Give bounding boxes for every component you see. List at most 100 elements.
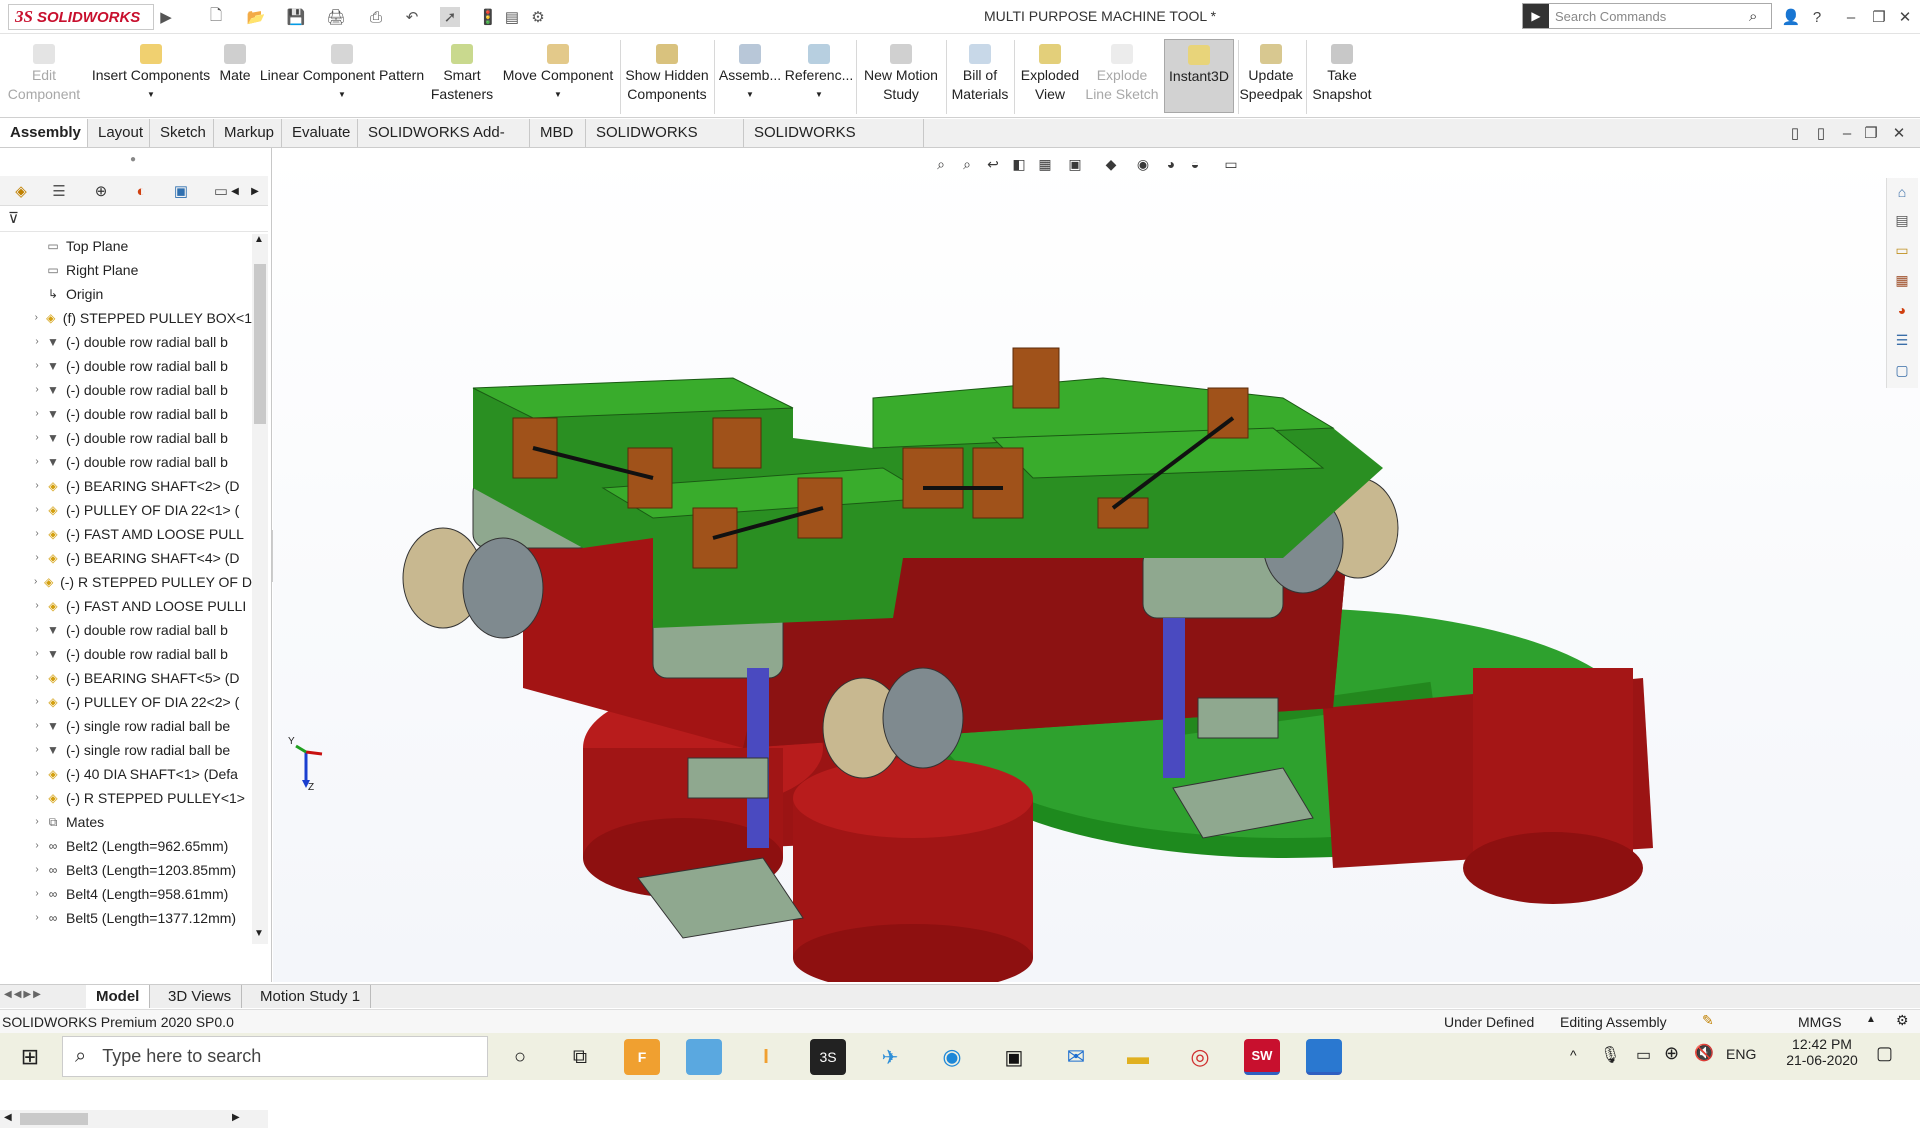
minimize-app-icon[interactable]: – — [1840, 6, 1862, 28]
tree-item[interactable]: › ◈ (-) R STEPPED PULLEY OF D — [0, 570, 252, 594]
options-gear-icon[interactable]: ⚙ — [528, 7, 548, 27]
expand-arrow-icon[interactable]: › — [30, 450, 44, 474]
explode-line-sketch-button[interactable]: Explode Line Sketch — [1084, 44, 1160, 104]
windows-start-icon[interactable]: ⊞ — [12, 1039, 48, 1075]
notifications-icon[interactable]: ▢ — [1876, 1043, 1893, 1064]
update-speedpak-button[interactable]: Update Speedpak — [1239, 44, 1303, 104]
expand-arrow-icon[interactable]: › — [30, 402, 44, 426]
tree-item[interactable]: ▭ Top Plane — [0, 234, 252, 258]
select-pointer-icon[interactable]: ➚ — [440, 7, 460, 27]
expand-arrow-icon[interactable]: › — [30, 906, 44, 930]
inventor-app-icon[interactable]: I — [748, 1039, 784, 1075]
dimxpert-tab-icon[interactable]: ◐ — [126, 180, 156, 202]
dropdown-arrow-icon[interactable]: ▼ — [815, 85, 823, 104]
take-snapshot-button[interactable]: Take Snapshot — [1310, 44, 1374, 104]
tree-item[interactable]: › ▼ (-) double row radial ball b — [0, 330, 252, 354]
cortana-icon[interactable]: ○ — [502, 1039, 538, 1075]
tree-item[interactable]: › ⧉ Mates — [0, 810, 252, 834]
scroll-down-icon[interactable]: ▼ — [254, 928, 264, 939]
save-icon[interactable]: 💾 — [286, 7, 306, 27]
expand-arrow-icon[interactable]: › — [30, 570, 41, 594]
expand-arrow-icon[interactable]: › — [30, 498, 44, 522]
bill-of-materials-button[interactable]: Bill of Materials — [950, 44, 1010, 104]
task-view-icon[interactable]: ⧉ — [562, 1039, 598, 1075]
volume-muted-icon[interactable]: 🔇 — [1694, 1043, 1714, 1063]
network-icon[interactable]: ⊕ — [1664, 1043, 1679, 1064]
expand-arrow-icon[interactable]: › — [30, 354, 44, 378]
expand-arrow-icon[interactable]: › — [30, 834, 44, 858]
appearances-icon[interactable]: ◕ — [1889, 298, 1915, 322]
reference-geometry-button[interactable]: Referenc... ▼ — [785, 44, 853, 104]
dropdown-arrow-icon[interactable]: ▼ — [147, 85, 155, 104]
tree-item[interactable]: › ◈ (-) PULLEY OF DIA 22<2> ( — [0, 690, 252, 714]
scroll-thumb[interactable] — [254, 264, 266, 424]
tab-3d-views[interactable]: 3D Views — [158, 985, 243, 1008]
new-document-icon[interactable]: 🗋 — [206, 7, 226, 27]
expand-arrow-icon[interactable]: › — [30, 666, 44, 690]
tree-item[interactable]: › ◈ (-) BEARING SHAFT<4> (D — [0, 546, 252, 570]
tab-solidworks-cam[interactable]: SOLIDWORKS CAM — [586, 119, 744, 169]
tree-item[interactable]: › ◈ (-) BEARING SHAFT<2> (D — [0, 474, 252, 498]
search-icon[interactable]: ⌕ — [1749, 8, 1771, 25]
search-input[interactable]: Search Commands — [1555, 9, 1749, 24]
expand-arrow-icon[interactable]: › — [30, 378, 44, 402]
tile-right-icon[interactable]: ▯ — [1810, 122, 1832, 144]
configuration-manager-tab-icon[interactable]: ⊕ — [86, 180, 116, 202]
tab-sketch[interactable]: Sketch — [150, 119, 214, 147]
tab-solidworks-inspection[interactable]: SOLIDWORKS Inspection — [744, 119, 924, 169]
exploded-view-button[interactable]: Exploded View — [1018, 44, 1082, 104]
scroll-left-icon[interactable]: ◀ — [4, 1112, 12, 1123]
linear-component-pattern-button[interactable]: Linear Component Pattern ▼ — [258, 44, 426, 104]
taskbar-search-input[interactable]: Type here to search — [102, 1046, 261, 1067]
edge-browser-icon[interactable]: ◉ — [934, 1039, 970, 1075]
tree-item[interactable]: › ◈ (-) 40 DIA SHAFT<1> (Defa — [0, 762, 252, 786]
design-library-icon[interactable]: ▤ — [1889, 208, 1915, 232]
solidworks-resources-icon[interactable]: ⌂ — [1889, 180, 1915, 204]
filter-icon[interactable]: ⊽ — [8, 209, 19, 227]
solidworks-logo[interactable]: 3S SOLIDWORKS — [8, 4, 154, 30]
tree-item[interactable]: ▭ Right Plane — [0, 258, 252, 282]
tree-item[interactable]: › ◈ (-) FAST AMD LOOSE PULL — [0, 522, 252, 546]
machine-tool-3d-model[interactable] — [273, 148, 1920, 982]
expand-arrow-icon[interactable]: › — [30, 330, 44, 354]
tab-motion-study-1[interactable]: Motion Study 1 — [250, 985, 372, 1008]
rebuild-status-icon[interactable]: ✎ — [1702, 1012, 1714, 1029]
expand-arrow-icon[interactable]: › — [30, 546, 44, 570]
custom-properties-icon[interactable]: ☰ — [1889, 328, 1915, 352]
forum-icon[interactable]: ▢ — [1889, 358, 1915, 382]
expand-arrow-icon[interactable]: › — [30, 306, 43, 330]
panel-collapse-handle[interactable]: ● — [130, 154, 136, 165]
expand-arrow-icon[interactable]: › — [30, 882, 44, 906]
expand-arrow-icon[interactable]: › — [30, 738, 44, 762]
expand-arrow-icon[interactable]: › — [30, 858, 44, 882]
tree-item[interactable]: › ▼ (-) single row radial ball be — [0, 714, 252, 738]
graphics-area[interactable]: ⌕ ⌕ ↩ ◧ ▦ ▣ ◆ ◉ ◕ ◒ ▭ Y Z — [273, 148, 1920, 982]
photos-app-icon[interactable] — [1306, 1039, 1342, 1075]
solidworks-taskbar-icon[interactable]: SW — [1244, 1039, 1280, 1075]
fusion-app-icon[interactable]: F — [624, 1039, 660, 1075]
tree-item[interactable]: › ▼ (-) double row radial ball b — [0, 402, 252, 426]
restore-app-icon[interactable]: ❐ — [1868, 6, 1890, 28]
tab-navigation-arrows-icon[interactable]: ◀◀▶▶ — [4, 989, 43, 1000]
tree-item[interactable]: › ▼ (-) double row radial ball b — [0, 426, 252, 450]
tree-horizontal-scrollbar[interactable]: ◀ ▶ — [0, 1110, 268, 1128]
print-icon[interactable]: ⎙ — [366, 7, 386, 27]
tree-item[interactable]: › ∞ Belt5 (Length=1377.12mm) — [0, 906, 252, 930]
tree-item[interactable]: › ▼ (-) double row radial ball b — [0, 354, 252, 378]
expand-arrow-icon[interactable]: › — [30, 714, 44, 738]
tree-item[interactable]: › ∞ Belt3 (Length=1203.85mm) — [0, 858, 252, 882]
expand-arrow-icon[interactable]: › — [30, 810, 44, 834]
file-explorer-icon[interactable]: ▬ — [1120, 1039, 1156, 1075]
dropdown-arrow-icon[interactable]: ▼ — [338, 85, 346, 104]
3dexperience-app-icon[interactable]: 3S — [810, 1039, 846, 1075]
tree-item[interactable]: › ∞ Belt2 (Length=962.65mm) — [0, 834, 252, 858]
expand-arrow-icon[interactable]: › — [30, 618, 44, 642]
smart-fasteners-button[interactable]: Smart Fasteners — [431, 44, 493, 104]
expand-arrow-icon[interactable]: › — [30, 762, 44, 786]
tree-item[interactable]: ↳ Origin — [0, 282, 252, 306]
file-explorer-icon[interactable]: ▭ — [1889, 238, 1915, 262]
tab-solidworks-add-ins[interactable]: SOLIDWORKS Add-Ins — [358, 119, 530, 169]
tab-layout[interactable]: Layout — [88, 119, 150, 147]
feature-manager-tab-icon[interactable]: ◈ — [6, 180, 36, 202]
tile-left-icon[interactable]: ▯ — [1784, 122, 1806, 144]
